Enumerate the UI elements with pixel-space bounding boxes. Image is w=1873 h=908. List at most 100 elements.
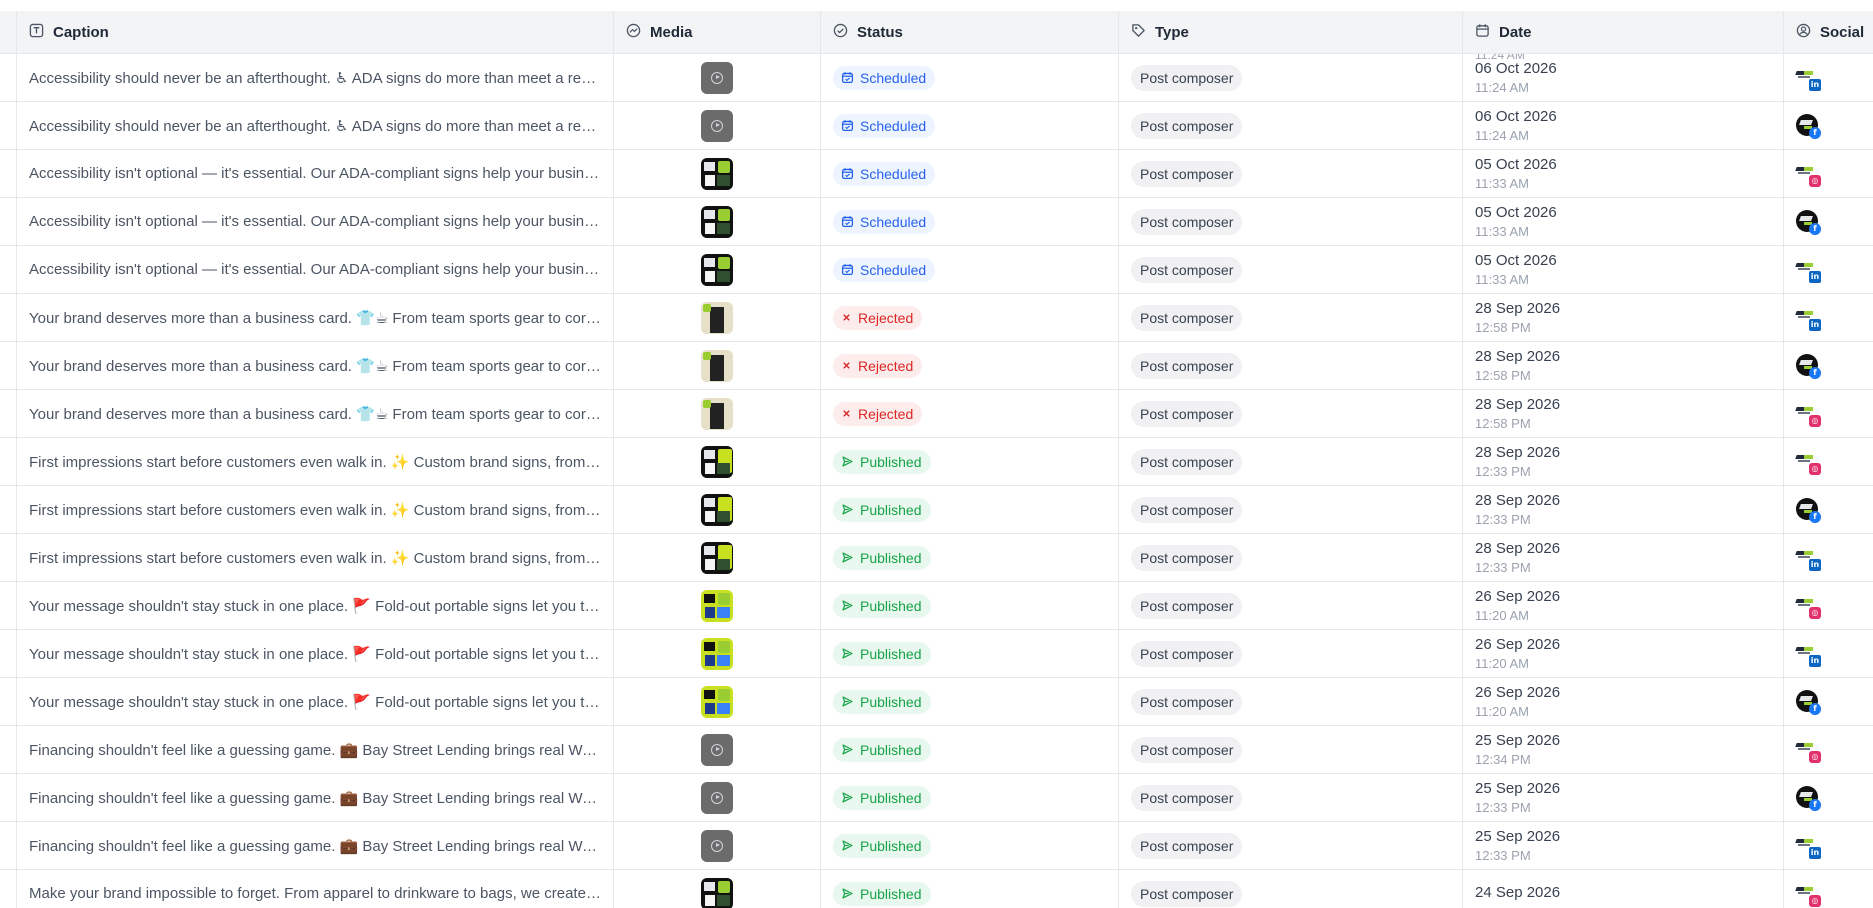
table-row[interactable]: Your brand deserves more than a business… — [0, 294, 1873, 342]
caption-cell[interactable]: Your brand deserves more than a business… — [17, 342, 614, 389]
image-thumbnail[interactable] — [701, 493, 733, 526]
header-caption[interactable]: Caption — [17, 11, 614, 54]
video-thumbnail[interactable] — [701, 109, 733, 142]
caption-cell[interactable]: Make your brand impossible to forget. Fr… — [17, 870, 614, 908]
status-badge[interactable]: Published — [833, 497, 931, 522]
status-badge[interactable]: Published — [833, 833, 931, 858]
account-avatar[interactable]: f — [1796, 689, 1821, 715]
status-badge[interactable]: Rejected — [833, 305, 923, 330]
status-badge[interactable]: Scheduled — [833, 257, 936, 282]
table-row[interactable]: Accessibility isn't optional — it's esse… — [0, 198, 1873, 246]
row-select-cell[interactable] — [0, 774, 17, 821]
table-row[interactable]: Make your brand impossible to forget. Fr… — [0, 870, 1873, 908]
caption-cell[interactable]: Accessibility should never be an afterth… — [17, 54, 614, 101]
caption-cell[interactable]: First impressions start before customers… — [17, 486, 614, 533]
status-badge[interactable]: Rejected — [833, 353, 923, 378]
table-row[interactable]: Accessibility should never be an afterth… — [0, 102, 1873, 150]
status-badge[interactable]: Published — [833, 785, 931, 810]
row-select-cell[interactable] — [0, 630, 17, 677]
image-thumbnail[interactable] — [701, 397, 733, 430]
video-thumbnail[interactable] — [701, 733, 733, 766]
status-badge[interactable]: Published — [833, 737, 931, 762]
caption-cell[interactable]: Accessibility isn't optional — it's esse… — [17, 198, 614, 245]
table-row[interactable]: Financing shouldn't feel like a guessing… — [0, 726, 1873, 774]
status-badge[interactable]: Scheduled — [833, 161, 936, 186]
status-badge[interactable]: Scheduled — [833, 209, 936, 234]
account-avatar[interactable]: in — [1795, 306, 1821, 331]
account-avatar[interactable]: ◎ — [1795, 162, 1821, 187]
row-select-cell[interactable] — [0, 342, 17, 389]
caption-cell[interactable]: Your message shouldn't stay stuck in one… — [17, 582, 614, 629]
header-date[interactable]: Date — [1463, 11, 1784, 54]
table-row[interactable]: Your brand deserves more than a business… — [0, 390, 1873, 438]
status-badge[interactable]: Published — [833, 641, 931, 666]
table-row[interactable]: Accessibility isn't optional — it's esse… — [0, 150, 1873, 198]
caption-cell[interactable]: Your message shouldn't stay stuck in one… — [17, 678, 614, 725]
account-avatar[interactable]: ◎ — [1795, 450, 1821, 475]
image-thumbnail[interactable] — [701, 157, 733, 190]
row-select-cell[interactable] — [0, 246, 17, 293]
account-avatar[interactable]: in — [1795, 66, 1821, 91]
row-select-cell[interactable] — [0, 870, 17, 908]
row-select-cell[interactable] — [0, 54, 17, 101]
status-badge[interactable]: Published — [833, 881, 931, 906]
caption-cell[interactable]: Your brand deserves more than a business… — [17, 390, 614, 437]
header-type[interactable]: Type — [1119, 11, 1463, 54]
table-row[interactable]: Your message shouldn't stay stuck in one… — [0, 630, 1873, 678]
row-select-cell[interactable] — [0, 486, 17, 533]
header-social[interactable]: Social — [1784, 11, 1873, 54]
account-avatar[interactable]: in — [1795, 642, 1821, 667]
status-badge[interactable]: Published — [833, 545, 931, 570]
video-thumbnail[interactable] — [701, 829, 733, 862]
caption-cell[interactable]: Financing shouldn't feel like a guessing… — [17, 726, 614, 773]
table-row[interactable]: Financing shouldn't feel like a guessing… — [0, 774, 1873, 822]
table-row[interactable]: First impressions start before customers… — [0, 534, 1873, 582]
image-thumbnail[interactable] — [701, 301, 733, 334]
account-avatar[interactable]: f — [1796, 113, 1821, 139]
caption-cell[interactable]: Accessibility isn't optional — it's esse… — [17, 150, 614, 197]
row-select-cell[interactable] — [0, 582, 17, 629]
account-avatar[interactable]: ◎ — [1795, 882, 1821, 907]
image-thumbnail[interactable] — [701, 685, 733, 718]
account-avatar[interactable]: f — [1796, 497, 1821, 523]
video-thumbnail[interactable] — [701, 781, 733, 814]
account-avatar[interactable]: ◎ — [1795, 738, 1821, 763]
caption-cell[interactable]: Your message shouldn't stay stuck in one… — [17, 630, 614, 677]
caption-cell[interactable]: Your brand deserves more than a business… — [17, 294, 614, 341]
image-thumbnail[interactable] — [701, 637, 733, 670]
status-badge[interactable]: Published — [833, 689, 931, 714]
row-select-cell[interactable] — [0, 198, 17, 245]
account-avatar[interactable]: in — [1795, 546, 1821, 571]
account-avatar[interactable]: in — [1795, 258, 1821, 283]
account-avatar[interactable]: f — [1796, 785, 1821, 811]
row-select-cell[interactable] — [0, 822, 17, 869]
image-thumbnail[interactable] — [701, 445, 733, 478]
account-avatar[interactable]: ◎ — [1795, 594, 1821, 619]
caption-cell[interactable]: Accessibility should never be an afterth… — [17, 102, 614, 149]
image-thumbnail[interactable] — [701, 349, 733, 382]
row-select-cell[interactable] — [0, 678, 17, 725]
account-avatar[interactable]: in — [1795, 834, 1821, 859]
table-row[interactable]: Your message shouldn't stay stuck in one… — [0, 582, 1873, 630]
row-select-cell[interactable] — [0, 294, 17, 341]
caption-cell[interactable]: First impressions start before customers… — [17, 534, 614, 581]
image-thumbnail[interactable] — [701, 877, 733, 908]
status-badge[interactable]: Published — [833, 449, 931, 474]
image-thumbnail[interactable] — [701, 253, 733, 286]
row-select-cell[interactable] — [0, 150, 17, 197]
row-select-cell[interactable] — [0, 534, 17, 581]
account-avatar[interactable]: f — [1796, 209, 1821, 235]
image-thumbnail[interactable] — [701, 541, 733, 574]
caption-cell[interactable]: First impressions start before customers… — [17, 438, 614, 485]
table-row[interactable]: Accessibility isn't optional — it's esse… — [0, 246, 1873, 294]
status-badge[interactable]: Rejected — [833, 401, 923, 426]
status-badge[interactable]: Published — [833, 593, 931, 618]
table-row[interactable]: Accessibility should never be an afterth… — [0, 54, 1873, 102]
row-select-cell[interactable] — [0, 438, 17, 485]
caption-cell[interactable]: Financing shouldn't feel like a guessing… — [17, 822, 614, 869]
table-row[interactable]: First impressions start before customers… — [0, 486, 1873, 534]
account-avatar[interactable]: ◎ — [1795, 402, 1821, 427]
status-badge[interactable]: Scheduled — [833, 113, 936, 138]
table-row[interactable]: First impressions start before customers… — [0, 438, 1873, 486]
caption-cell[interactable]: Financing shouldn't feel like a guessing… — [17, 774, 614, 821]
